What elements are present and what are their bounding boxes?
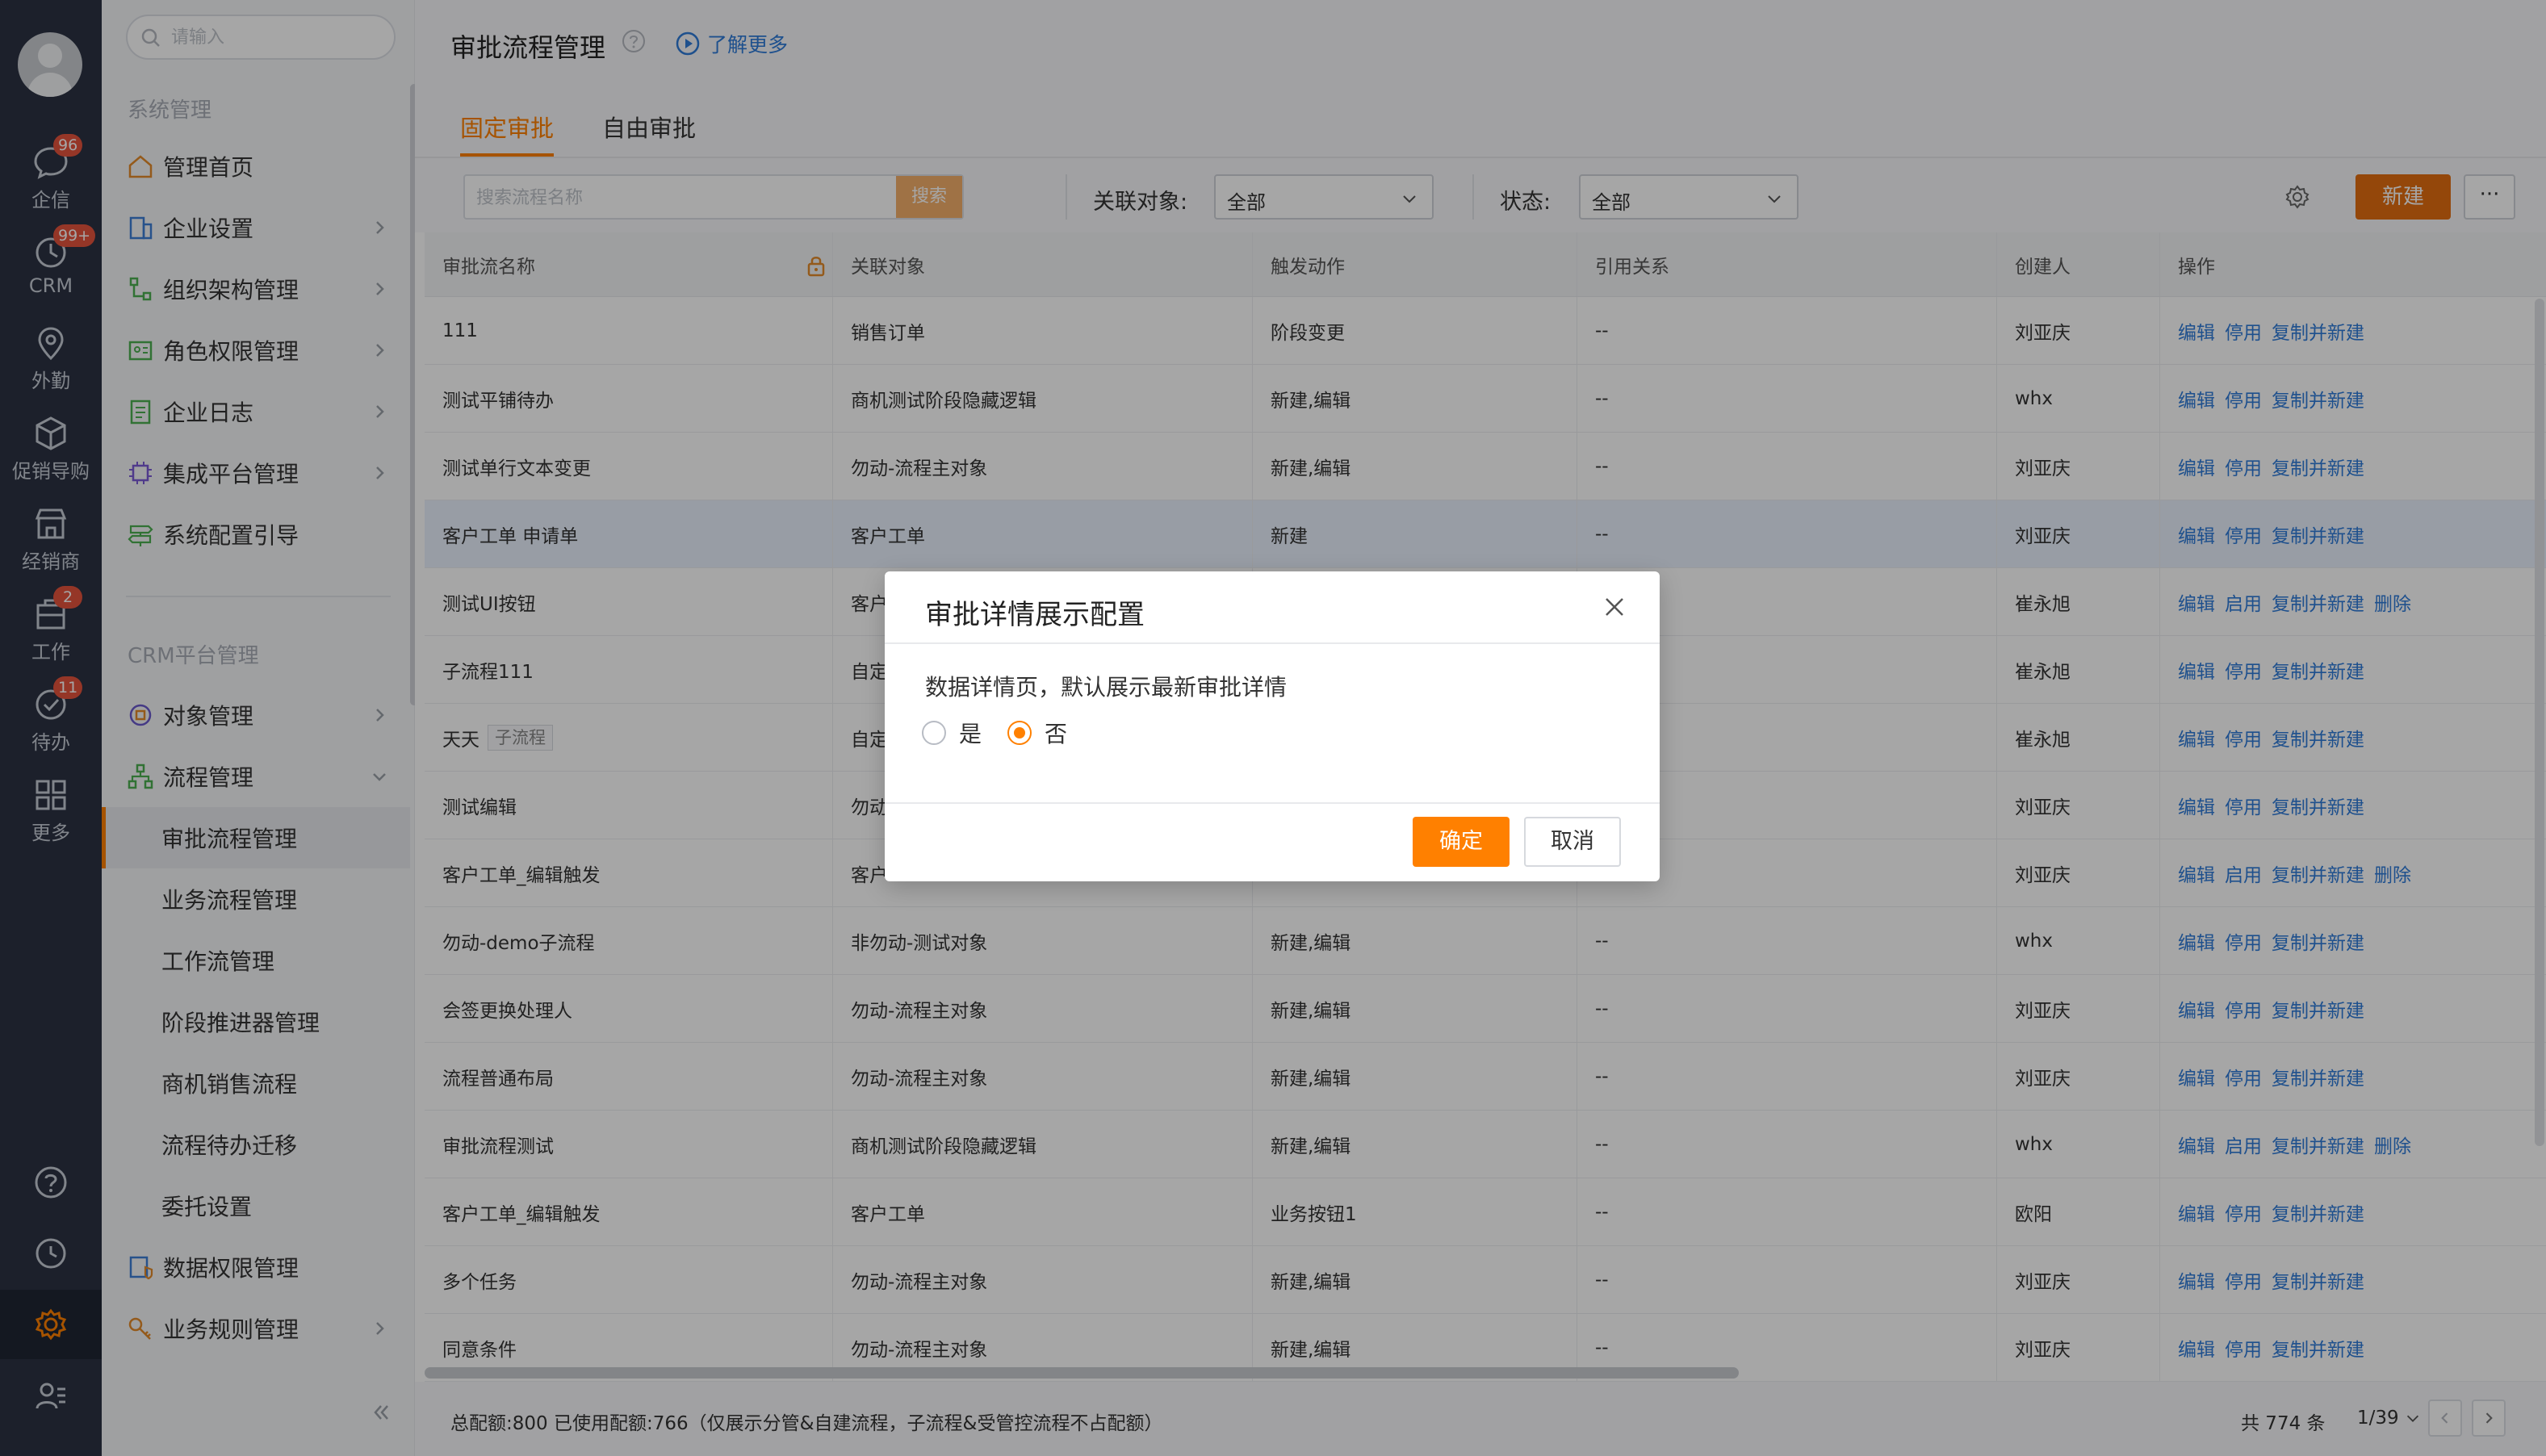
- close-icon[interactable]: [1600, 592, 1629, 621]
- cancel-button[interactable]: 取消: [1524, 817, 1621, 867]
- radio-option-yes[interactable]: 是: [922, 717, 982, 749]
- radio-no-label: 否: [1045, 721, 1068, 747]
- approval-detail-config-dialog: 审批详情展示配置 数据详情页，默认展示最新审批详情 是 否 确定 取消: [885, 571, 1660, 881]
- dialog-title: 审批详情展示配置: [925, 599, 1145, 631]
- dialog-divider: [885, 642, 1660, 644]
- radio-option-no[interactable]: 否: [1007, 717, 1067, 749]
- confirm-button[interactable]: 确定: [1413, 817, 1510, 867]
- radio-no[interactable]: [1007, 721, 1032, 745]
- dialog-divider: [885, 802, 1660, 804]
- dialog-description: 数据详情页，默认展示最新审批详情: [925, 674, 1288, 701]
- radio-yes-label: 是: [959, 721, 982, 747]
- radio-yes[interactable]: [922, 721, 946, 745]
